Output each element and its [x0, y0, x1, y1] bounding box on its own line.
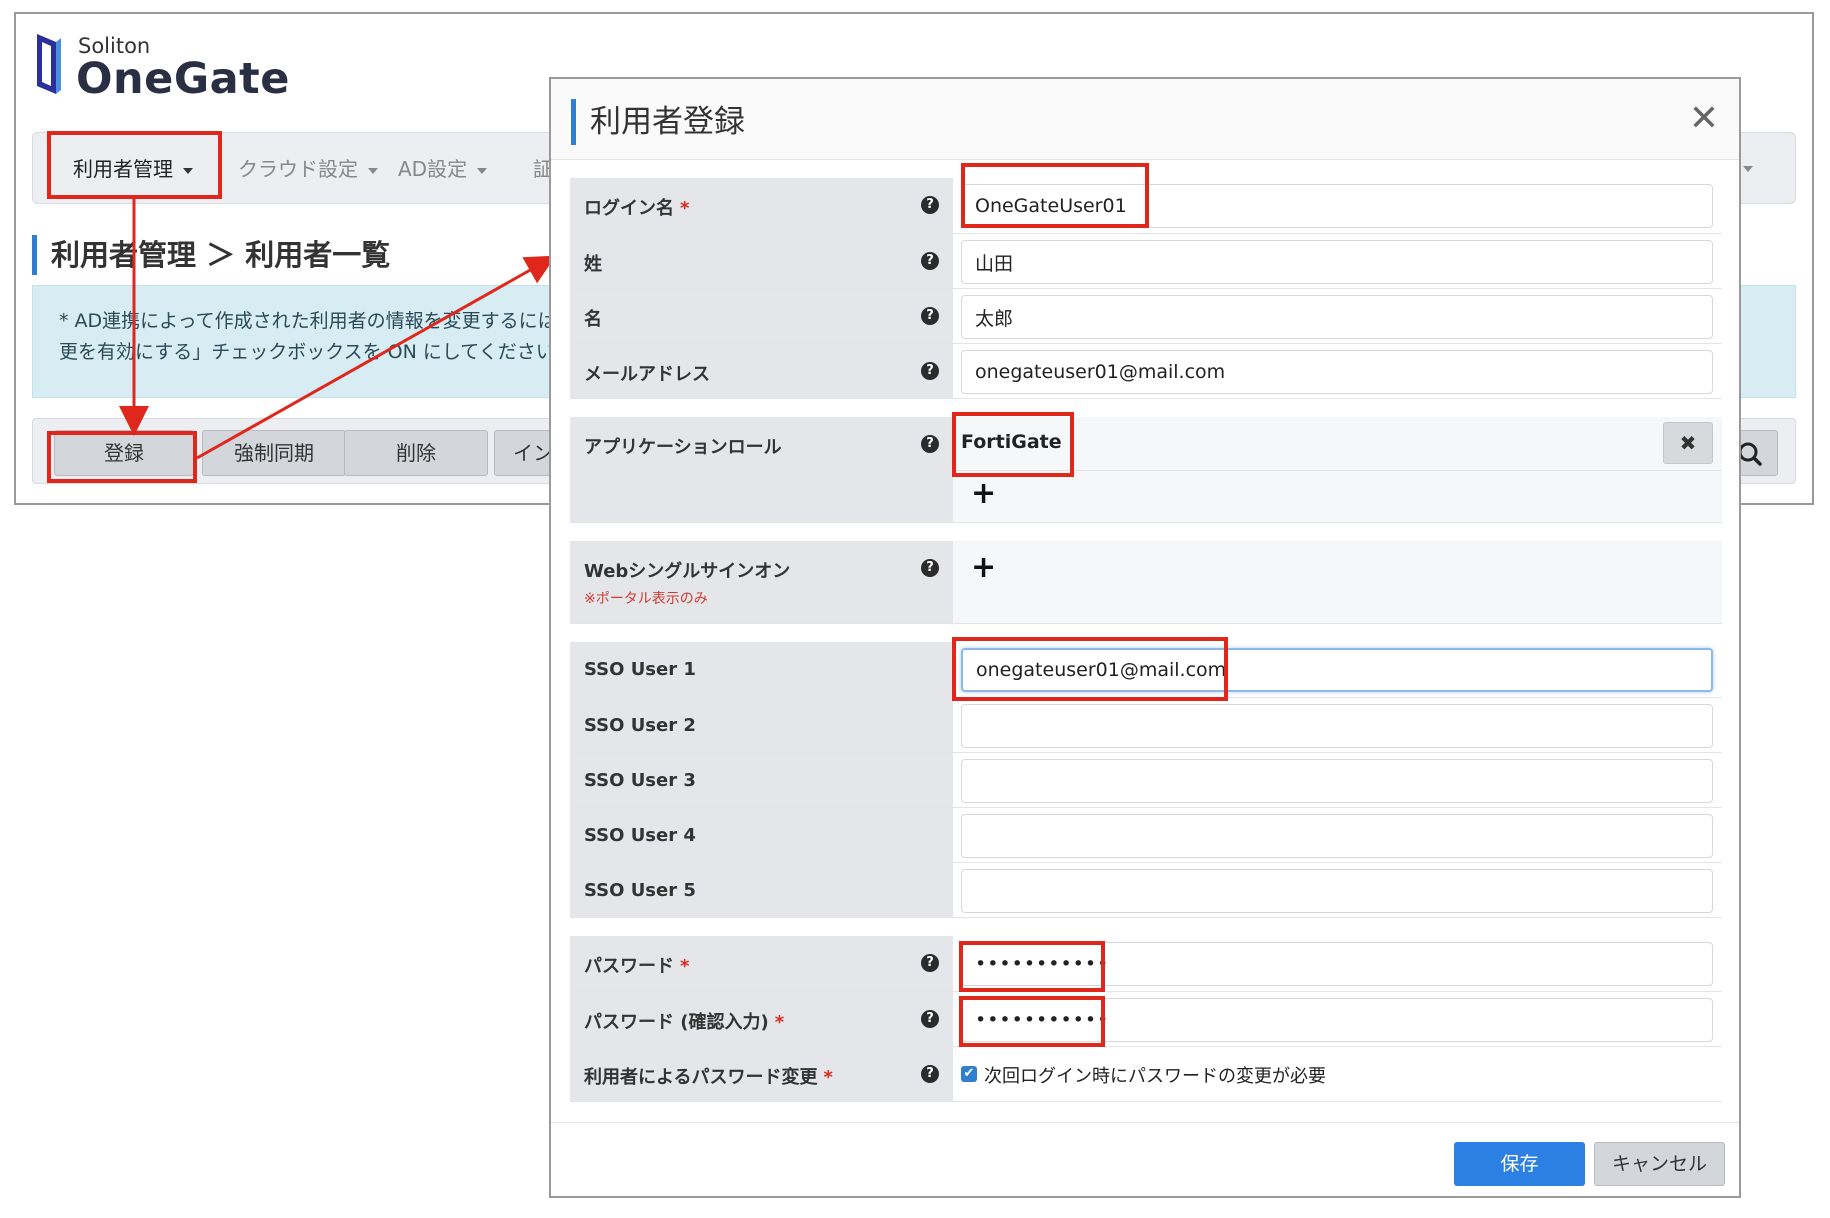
required-mark: *	[823, 1067, 833, 1088]
row-sso-user-4: SSO User 4	[570, 808, 1722, 863]
dialog-title: 利用者登録	[571, 99, 745, 145]
required-mark: *	[680, 198, 690, 219]
sso-user-5-input[interactable]	[961, 869, 1713, 913]
sso1-label: SSO User 1	[584, 659, 696, 680]
sso4-label: SSO User 4	[584, 825, 696, 846]
password-change-label: 利用者によるパスワード変更	[584, 1067, 818, 1088]
email-label: メールアドレス	[584, 364, 710, 385]
sso-user-4-input[interactable]	[961, 814, 1713, 858]
password-confirm-input[interactable]	[961, 998, 1713, 1042]
remove-role-button[interactable]: ✖	[1663, 422, 1713, 464]
close-icon[interactable]: ✕	[1689, 101, 1719, 137]
password-input[interactable]	[961, 942, 1713, 986]
row-sso-user-3: SSO User 3	[570, 753, 1722, 808]
row-app-role: アプリケーションロール ? FortiGate ✖ +	[570, 417, 1722, 523]
row-password: パスワード * ?	[570, 936, 1722, 992]
sso3-label: SSO User 3	[584, 770, 696, 791]
password-confirm-label: パスワード (確認入力)	[584, 1012, 769, 1033]
sso-user-2-input[interactable]	[961, 704, 1713, 748]
save-button[interactable]: 保存	[1454, 1142, 1585, 1186]
add-sso-plus-icon[interactable]: +	[971, 553, 996, 583]
sso-user-1-input[interactable]	[961, 648, 1713, 692]
password-label: パスワード	[584, 956, 674, 977]
cancel-button[interactable]: キャンセル	[1594, 1142, 1725, 1186]
help-icon[interactable]: ?	[921, 362, 939, 380]
required-mark: *	[680, 956, 690, 977]
web-sso-note: ※ポータル表示のみ	[584, 591, 708, 607]
help-icon[interactable]: ?	[921, 1010, 939, 1028]
row-sso-user-5: SSO User 5	[570, 863, 1722, 918]
help-icon[interactable]: ?	[921, 307, 939, 325]
first-name-input[interactable]	[961, 295, 1713, 339]
row-sso-user-1: SSO User 1	[570, 642, 1722, 698]
login-label: ログイン名	[584, 198, 674, 219]
app-role-value: FortiGate	[961, 431, 1062, 453]
user-registration-dialog: 利用者登録 ✕ ログイン名* ? 姓 ? 名 ? メールアドレス ? アプリケ	[549, 77, 1741, 1198]
sso5-label: SSO User 5	[584, 880, 696, 901]
row-sso-user-2: SSO User 2	[570, 698, 1722, 753]
sso-user-3-input[interactable]	[961, 759, 1713, 803]
password-change-checkbox-label: 次回ログイン時にパスワードの変更が必要	[984, 1066, 1326, 1087]
row-password-confirm: パスワード (確認入力) * ?	[570, 992, 1722, 1047]
help-icon[interactable]: ?	[921, 252, 939, 270]
help-icon[interactable]: ?	[921, 559, 939, 577]
dialog-footer-divider	[551, 1122, 1739, 1123]
help-icon[interactable]: ?	[921, 196, 939, 214]
row-web-sso: Webシングルサインオン ※ポータル表示のみ ? +	[570, 541, 1722, 624]
help-icon[interactable]: ?	[921, 435, 939, 453]
row-password-change: 利用者によるパスワード変更 * ? ✔ 次回ログイン時にパスワードの変更が必要	[570, 1047, 1722, 1102]
row-last-name: 姓 ?	[570, 234, 1722, 289]
dialog-header: 利用者登録 ✕	[551, 79, 1739, 160]
email-input[interactable]	[961, 350, 1713, 394]
required-mark: *	[774, 1012, 785, 1033]
first-name-label: 名	[584, 309, 602, 330]
row-login: ログイン名 * ?	[570, 178, 1722, 234]
help-icon[interactable]: ?	[921, 1065, 939, 1083]
sso2-label: SSO User 2	[584, 715, 696, 736]
row-first-name: 名 ?	[570, 289, 1722, 344]
login-input[interactable]	[961, 184, 1713, 228]
row-email: メールアドレス ?	[570, 344, 1722, 399]
help-icon[interactable]: ?	[921, 954, 939, 972]
last-name-input[interactable]	[961, 240, 1713, 284]
last-name-label: 姓	[584, 254, 602, 275]
web-sso-label: Webシングルサインオン	[584, 561, 791, 582]
app-role-label: アプリケーションロール	[584, 437, 782, 458]
add-role-plus-icon[interactable]: +	[971, 479, 996, 509]
password-change-checkbox[interactable]: ✔	[961, 1066, 977, 1082]
